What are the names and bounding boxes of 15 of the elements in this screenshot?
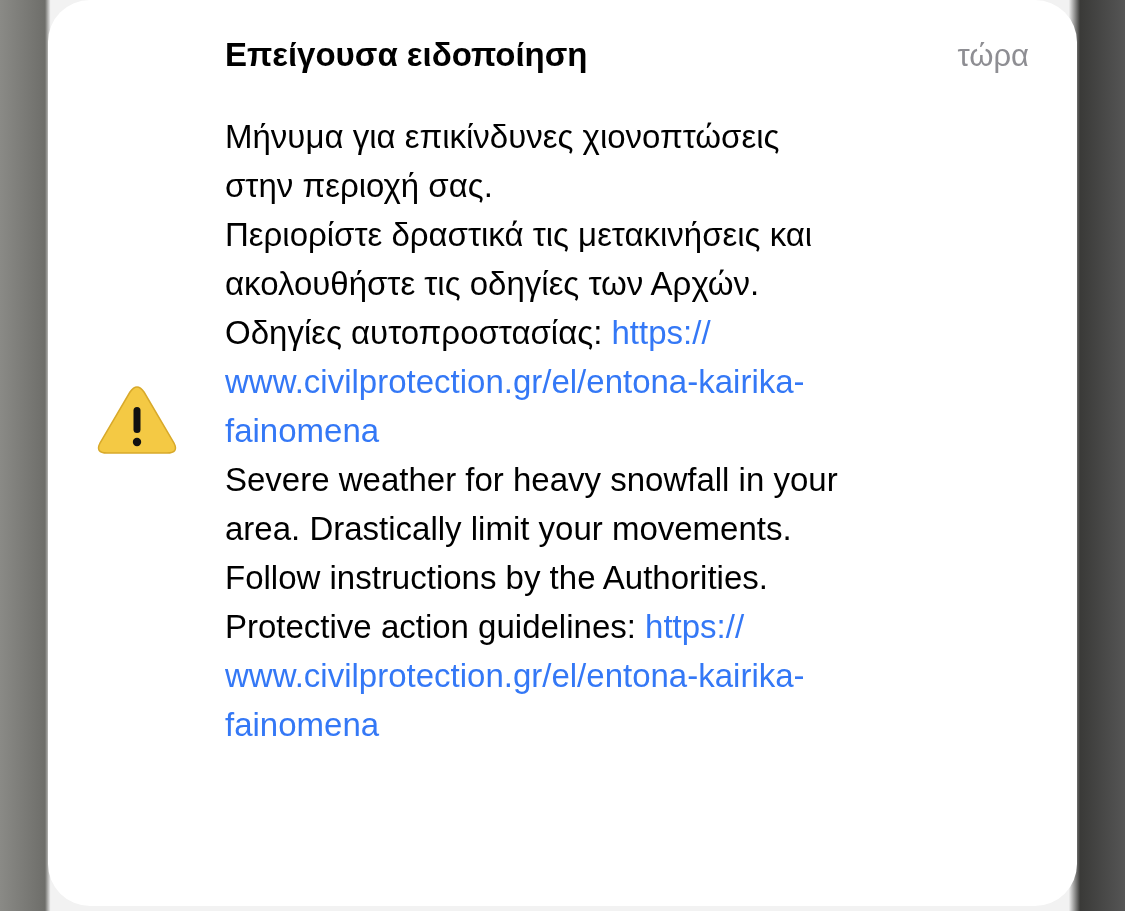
timestamp: τώρα bbox=[957, 38, 1029, 74]
link[interactable]: fainomena bbox=[225, 412, 380, 449]
message-text: Μήνυμα για επικίνδυνες χιονοπτώσεις στην περιοχή σας. bbox=[225, 118, 780, 204]
notification-card[interactable] bbox=[48, 0, 1077, 906]
message-text: Protective action guidelines: bbox=[225, 608, 636, 645]
link[interactable]: https:// bbox=[611, 314, 711, 351]
link[interactable]: fainomena bbox=[225, 706, 380, 743]
link[interactable]: www.civilprotection.gr/el/entona-kairika- bbox=[225, 363, 805, 400]
warning-icon bbox=[96, 385, 177, 455]
notification-title: Επείγουσα ειδοποίηση bbox=[225, 36, 588, 74]
message-text: Severe weather for heavy snowfall in your area. Drastically limit your movements. Follow instructions by the Authorities. bbox=[225, 461, 838, 596]
message-text: Οδηγίες αυτοπροστασίας: bbox=[225, 314, 603, 351]
message-text: Περιορίστε δραστικά τις μετακινήσεις και ακολουθήστε τις οδηγίες των Αρχών. bbox=[225, 216, 813, 302]
link[interactable]: https:// bbox=[645, 608, 745, 645]
link[interactable]: www.civilprotection.gr/el/entona-kairika- bbox=[225, 657, 805, 694]
